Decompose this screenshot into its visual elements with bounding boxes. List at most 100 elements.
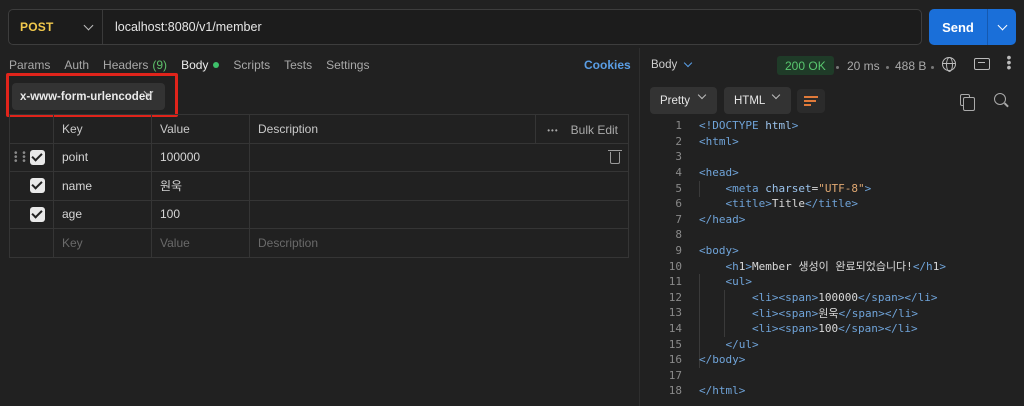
tab-scripts[interactable]: Scripts <box>233 58 270 72</box>
row-checkbox-cell <box>9 199 54 229</box>
header-key: Key <box>53 114 152 144</box>
request-url-bar: POST localhost:8080/v1/member <box>8 9 922 45</box>
code-line: 12 <li><span>100000</span></li> <box>646 290 938 306</box>
send-button[interactable]: Send <box>929 20 987 35</box>
bulk-edit-button[interactable]: Bulk Edit <box>571 123 618 137</box>
headers-count: (9) <box>152 58 168 72</box>
send-button-group: Send <box>929 9 1016 45</box>
line-number: 8 <box>675 228 682 242</box>
table-row-empty: Key Value Description <box>9 228 629 258</box>
tab-label: Tests <box>284 58 313 72</box>
tab-tests[interactable]: Tests <box>284 58 312 72</box>
line-number: 17 <box>668 368 682 382</box>
code-line: 11 <ul> <box>646 274 752 290</box>
response-view-label: Body <box>651 59 678 71</box>
code-line: 4 <head> <box>646 165 738 181</box>
table-header-row: Key Value Description ••• Bulk Edit <box>9 114 629 144</box>
row-checkbox[interactable] <box>30 178 45 194</box>
line-number: 12 <box>668 290 682 304</box>
status-badge[interactable]: 200 OK <box>777 56 834 75</box>
copy-icon[interactable] <box>960 94 975 111</box>
code-text: <li><span>100</span></li> <box>751 322 918 336</box>
code-line: 9 <body> <box>646 243 738 259</box>
tab-label: Params <box>9 58 51 72</box>
row-key[interactable]: age <box>53 199 152 229</box>
code-text: <html> <box>699 134 739 148</box>
body-active-dot <box>213 62 220 68</box>
line-number: 16 <box>668 353 682 367</box>
chevron-down-icon <box>771 90 781 100</box>
language-select[interactable]: HTML <box>724 87 791 114</box>
url-input[interactable]: localhost:8080/v1/member <box>103 20 262 34</box>
pane-divider[interactable] <box>639 48 640 406</box>
row-key[interactable]: name <box>53 171 152 201</box>
line-number: 1 <box>675 119 682 133</box>
row-value[interactable]: 100 <box>151 199 250 229</box>
globe-icon[interactable] <box>942 57 956 72</box>
table-row: • • • • • • point 100000 <box>9 142 629 172</box>
line-number: 14 <box>668 322 682 336</box>
row-checkbox-cell <box>9 171 54 201</box>
tab-params[interactable]: Params <box>9 58 50 72</box>
response-size[interactable]: 488 B <box>895 59 926 73</box>
drag-handle-icon[interactable]: • • • • • • <box>14 148 26 166</box>
code-line: 2 <html> <box>646 134 738 150</box>
code-line: 5 <meta charset="UTF-8"> <box>646 180 871 196</box>
chevron-down-icon <box>83 20 94 30</box>
code-line: 6 <title>Title</title> <box>646 196 858 212</box>
tab-settings[interactable]: Settings <box>326 58 369 72</box>
code-line: 13 <li><span>원욱</span></li> <box>646 305 918 321</box>
code-text: <title>Title</title> <box>725 197 858 211</box>
code-text: <meta charset="UTF-8"> <box>725 181 872 195</box>
more-options-icon[interactable]: ••• <box>547 126 558 135</box>
trash-icon[interactable] <box>608 149 622 164</box>
line-number: 10 <box>668 259 682 273</box>
row-value[interactable]: 원욱 <box>151 171 250 201</box>
row-checkbox[interactable] <box>30 206 45 222</box>
format-select[interactable]: Pretty <box>650 87 717 114</box>
cookies-link[interactable]: Cookies <box>584 58 631 72</box>
code-line: 18 </html> <box>646 383 746 399</box>
line-number: 7 <box>675 212 682 226</box>
send-options-button[interactable] <box>988 20 1016 30</box>
tab-body[interactable]: Body <box>181 58 220 72</box>
code-text: </head> <box>699 212 746 226</box>
code-text: <ul> <box>725 275 753 289</box>
row-checkbox[interactable] <box>30 149 45 165</box>
response-view-select[interactable]: Body <box>651 58 693 71</box>
tab-auth[interactable]: Auth <box>64 58 89 72</box>
row-description[interactable] <box>249 199 629 229</box>
code-text: </html> <box>699 384 746 398</box>
tab-headers[interactable]: Headers (9) <box>103 58 167 72</box>
table-row: age 100 <box>9 199 629 229</box>
response-code-view[interactable]: 1 <!DOCTYPE html> 2 <html> 3 4 <head> 5 <meta c… <box>646 118 946 399</box>
tab-label: Auth <box>64 58 90 72</box>
row-value[interactable]: 100000 <box>151 142 250 172</box>
row-checkbox-cell: • • • • • • <box>9 142 54 172</box>
method-select[interactable]: POST <box>9 10 103 44</box>
row-key[interactable]: point <box>53 142 152 172</box>
row-description[interactable] <box>249 171 629 201</box>
key-placeholder[interactable]: Key <box>53 228 152 258</box>
more-vertical-icon[interactable]: • • • <box>1004 50 1014 74</box>
chevron-down-icon <box>683 58 693 68</box>
value-placeholder[interactable]: Value <box>151 228 250 258</box>
wrap-lines-icon[interactable] <box>797 89 825 113</box>
response-time[interactable]: 20 ms <box>847 59 880 73</box>
code-line: 15 </ul> <box>646 336 759 352</box>
line-number: 15 <box>668 337 682 351</box>
line-number: 13 <box>668 306 682 320</box>
line-number: 4 <box>675 166 682 180</box>
save-response-icon[interactable] <box>974 58 990 70</box>
row-description[interactable] <box>249 142 629 172</box>
code-text: </body> <box>699 353 746 367</box>
code-line: 16 </body> <box>646 352 746 368</box>
header-checkbox-cell <box>9 114 54 144</box>
description-placeholder[interactable]: Description <box>249 228 629 258</box>
language-label: HTML <box>734 94 766 107</box>
line-number: 11 <box>668 275 682 289</box>
code-text: <head> <box>699 166 739 180</box>
chevron-down-icon <box>697 90 707 100</box>
tab-label: Body <box>181 58 209 72</box>
search-icon[interactable] <box>994 93 1006 105</box>
